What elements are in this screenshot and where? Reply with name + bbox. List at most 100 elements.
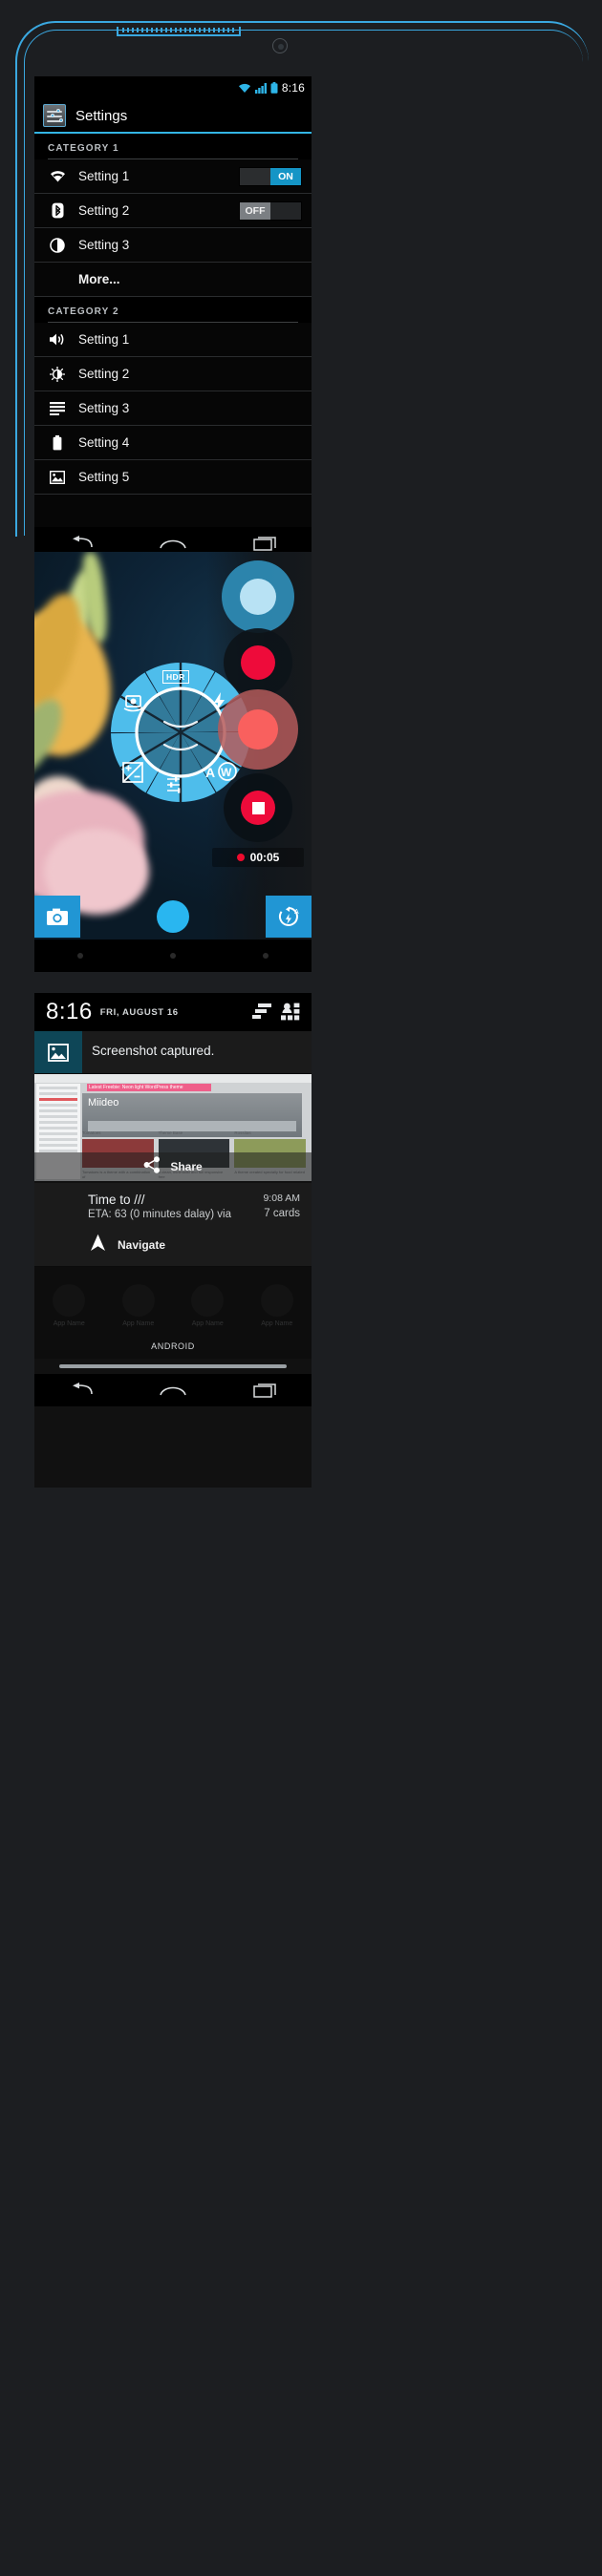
photo-shutter-blue[interactable] (212, 560, 304, 634)
notification-body: Screenshot captured. (82, 1031, 312, 1073)
settings-row-label: Setting 3 (78, 401, 130, 415)
app-label: App Name (261, 1320, 293, 1327)
notification-shade-screen: 8:16 FRI, AUGUST 16 Screenshot captured.… (34, 993, 312, 1488)
signal-icon (254, 82, 267, 94)
toggle-on-label: ON (270, 167, 301, 185)
preview-card-caption: Rossitas (234, 1130, 251, 1135)
camera-icon[interactable] (34, 896, 80, 938)
app-icon (260, 1284, 293, 1317)
navigation-count: 7 cards (264, 1208, 300, 1219)
speaker-grille-icon (122, 28, 235, 32)
drawer-app[interactable]: App Name (191, 1284, 225, 1327)
navigate-action[interactable]: Navigate (34, 1228, 312, 1266)
back-icon[interactable] (68, 1383, 93, 1398)
status-bar-clock: 8:16 (281, 81, 305, 95)
navigation-title: Time to /// (88, 1193, 145, 1207)
stop-shutter-red[interactable] (212, 773, 304, 842)
home-icon[interactable] (169, 953, 176, 959)
settings-row-more[interactable]: More... (34, 263, 312, 297)
preview-hero: Miideo (82, 1093, 302, 1137)
drawer-app[interactable]: App Name (53, 1284, 86, 1327)
camera-viewfinder[interactable]: HDR AW 00:05 A (34, 552, 312, 940)
back-icon[interactable] (68, 536, 93, 551)
clear-all-icon[interactable] (252, 1003, 273, 1022)
record-shutter-red[interactable] (212, 628, 304, 697)
volume-icon (48, 332, 67, 347)
page-title: Settings (75, 107, 128, 124)
preview-banner-label: Latest Freebie: Neon light WordPress the… (89, 1085, 183, 1090)
shade-drag-handle[interactable] (34, 1359, 312, 1374)
share-icon (143, 1155, 161, 1178)
shade-clock: 8:16 (46, 999, 93, 1024)
home-icon[interactable] (160, 1383, 186, 1398)
home-icon[interactable] (160, 536, 186, 551)
record-active-red[interactable] (212, 689, 304, 770)
quick-settings-icon[interactable] (281, 1003, 302, 1022)
recording-timer: 00:05 (212, 848, 304, 867)
flash-auto-icon[interactable]: A (266, 896, 312, 938)
shutter-button[interactable] (157, 900, 189, 933)
recents-icon[interactable] (262, 953, 269, 959)
drawer-app[interactable]: App Name (260, 1284, 293, 1327)
settings-row-battery[interactable]: Setting 4 (34, 426, 312, 460)
recents-icon[interactable] (253, 536, 278, 551)
settings-row-label: Setting 2 (78, 367, 130, 381)
action-bar: Settings (34, 99, 312, 134)
settings-row-brightness[interactable]: Setting 2 (34, 357, 312, 391)
wifi-icon (48, 170, 67, 182)
settings-row-contrast[interactable]: Setting 3 (34, 228, 312, 263)
settings-row-label: Setting 1 (78, 332, 130, 347)
app-icon (53, 1284, 86, 1317)
toggle-off-label: OFF (240, 201, 270, 220)
contrast-icon (48, 237, 67, 253)
camera-bottom-bar: A (34, 894, 312, 940)
preview-card-caption: Tomatoes (82, 1130, 101, 1135)
notification-header: 8:16 FRI, AUGUST 16 (34, 993, 312, 1031)
notification-screenshot[interactable]: Screenshot captured. (34, 1031, 312, 1074)
settings-row-list[interactable]: Setting 3 (34, 391, 312, 426)
navigation-bar (34, 1374, 312, 1406)
settings-row-label: More... (78, 272, 120, 286)
navigate-label: Navigate (118, 1238, 166, 1252)
app-label: App Name (122, 1320, 155, 1327)
recents-icon[interactable] (253, 1383, 278, 1398)
battery-icon (48, 434, 67, 451)
settings-row-wifi[interactable]: Setting 1 ON (34, 159, 312, 194)
share-action[interactable]: Share (34, 1152, 312, 1181)
camera-settings-icon[interactable] (166, 775, 185, 794)
notification-navigation[interactable]: Time to /// ETA: 63 (0 minutes dalay) vi… (34, 1183, 312, 1267)
bluetooth-icon (48, 202, 67, 219)
settings-row-label: Setting 5 (78, 470, 130, 484)
settings-row-label: Setting 2 (78, 203, 130, 218)
list-icon (48, 401, 67, 415)
battery-icon (270, 82, 278, 94)
wifi-toggle[interactable]: ON (239, 166, 302, 186)
exposure-icon[interactable] (122, 762, 143, 783)
category-header: CATEGORY 2 (34, 297, 312, 322)
navigation-subtitle: ETA: 63 (0 minutes dalay) via (88, 1209, 231, 1220)
notification-title: Screenshot captured. (92, 1044, 215, 1058)
back-icon[interactable] (77, 953, 84, 959)
recording-time-label: 00:05 (249, 851, 280, 864)
settings-row-label: Setting 3 (78, 238, 130, 252)
navigation-arrow-icon (90, 1234, 106, 1256)
settings-row-label: Setting 4 (78, 435, 130, 450)
settings-row-picture[interactable]: Setting 5 (34, 460, 312, 495)
shutter-controls: 00:05 (212, 560, 304, 867)
svg-text:A: A (294, 909, 299, 916)
page-root: 8:16 Settings CATEGORY 1 Setting 1 ON Se… (0, 0, 602, 2576)
record-dot-icon (236, 854, 245, 861)
app-icon (191, 1284, 225, 1317)
status-bar: 8:16 (34, 76, 312, 99)
wifi-icon (238, 82, 251, 94)
bluetooth-toggle[interactable]: OFF (239, 201, 302, 221)
brightness-icon (48, 366, 67, 382)
image-icon (34, 1031, 82, 1073)
preview-banner: Latest Freebie: Neon light WordPress the… (87, 1084, 211, 1091)
hdr-label[interactable]: HDR (162, 670, 189, 684)
preview-card-caption: Theme Base (158, 1130, 183, 1135)
settings-row-volume[interactable]: Setting 1 (34, 323, 312, 357)
drawer-app[interactable]: App Name (121, 1284, 155, 1327)
settings-row-bluetooth[interactable]: Setting 2 OFF (34, 194, 312, 228)
switch-camera-icon[interactable] (122, 693, 145, 712)
